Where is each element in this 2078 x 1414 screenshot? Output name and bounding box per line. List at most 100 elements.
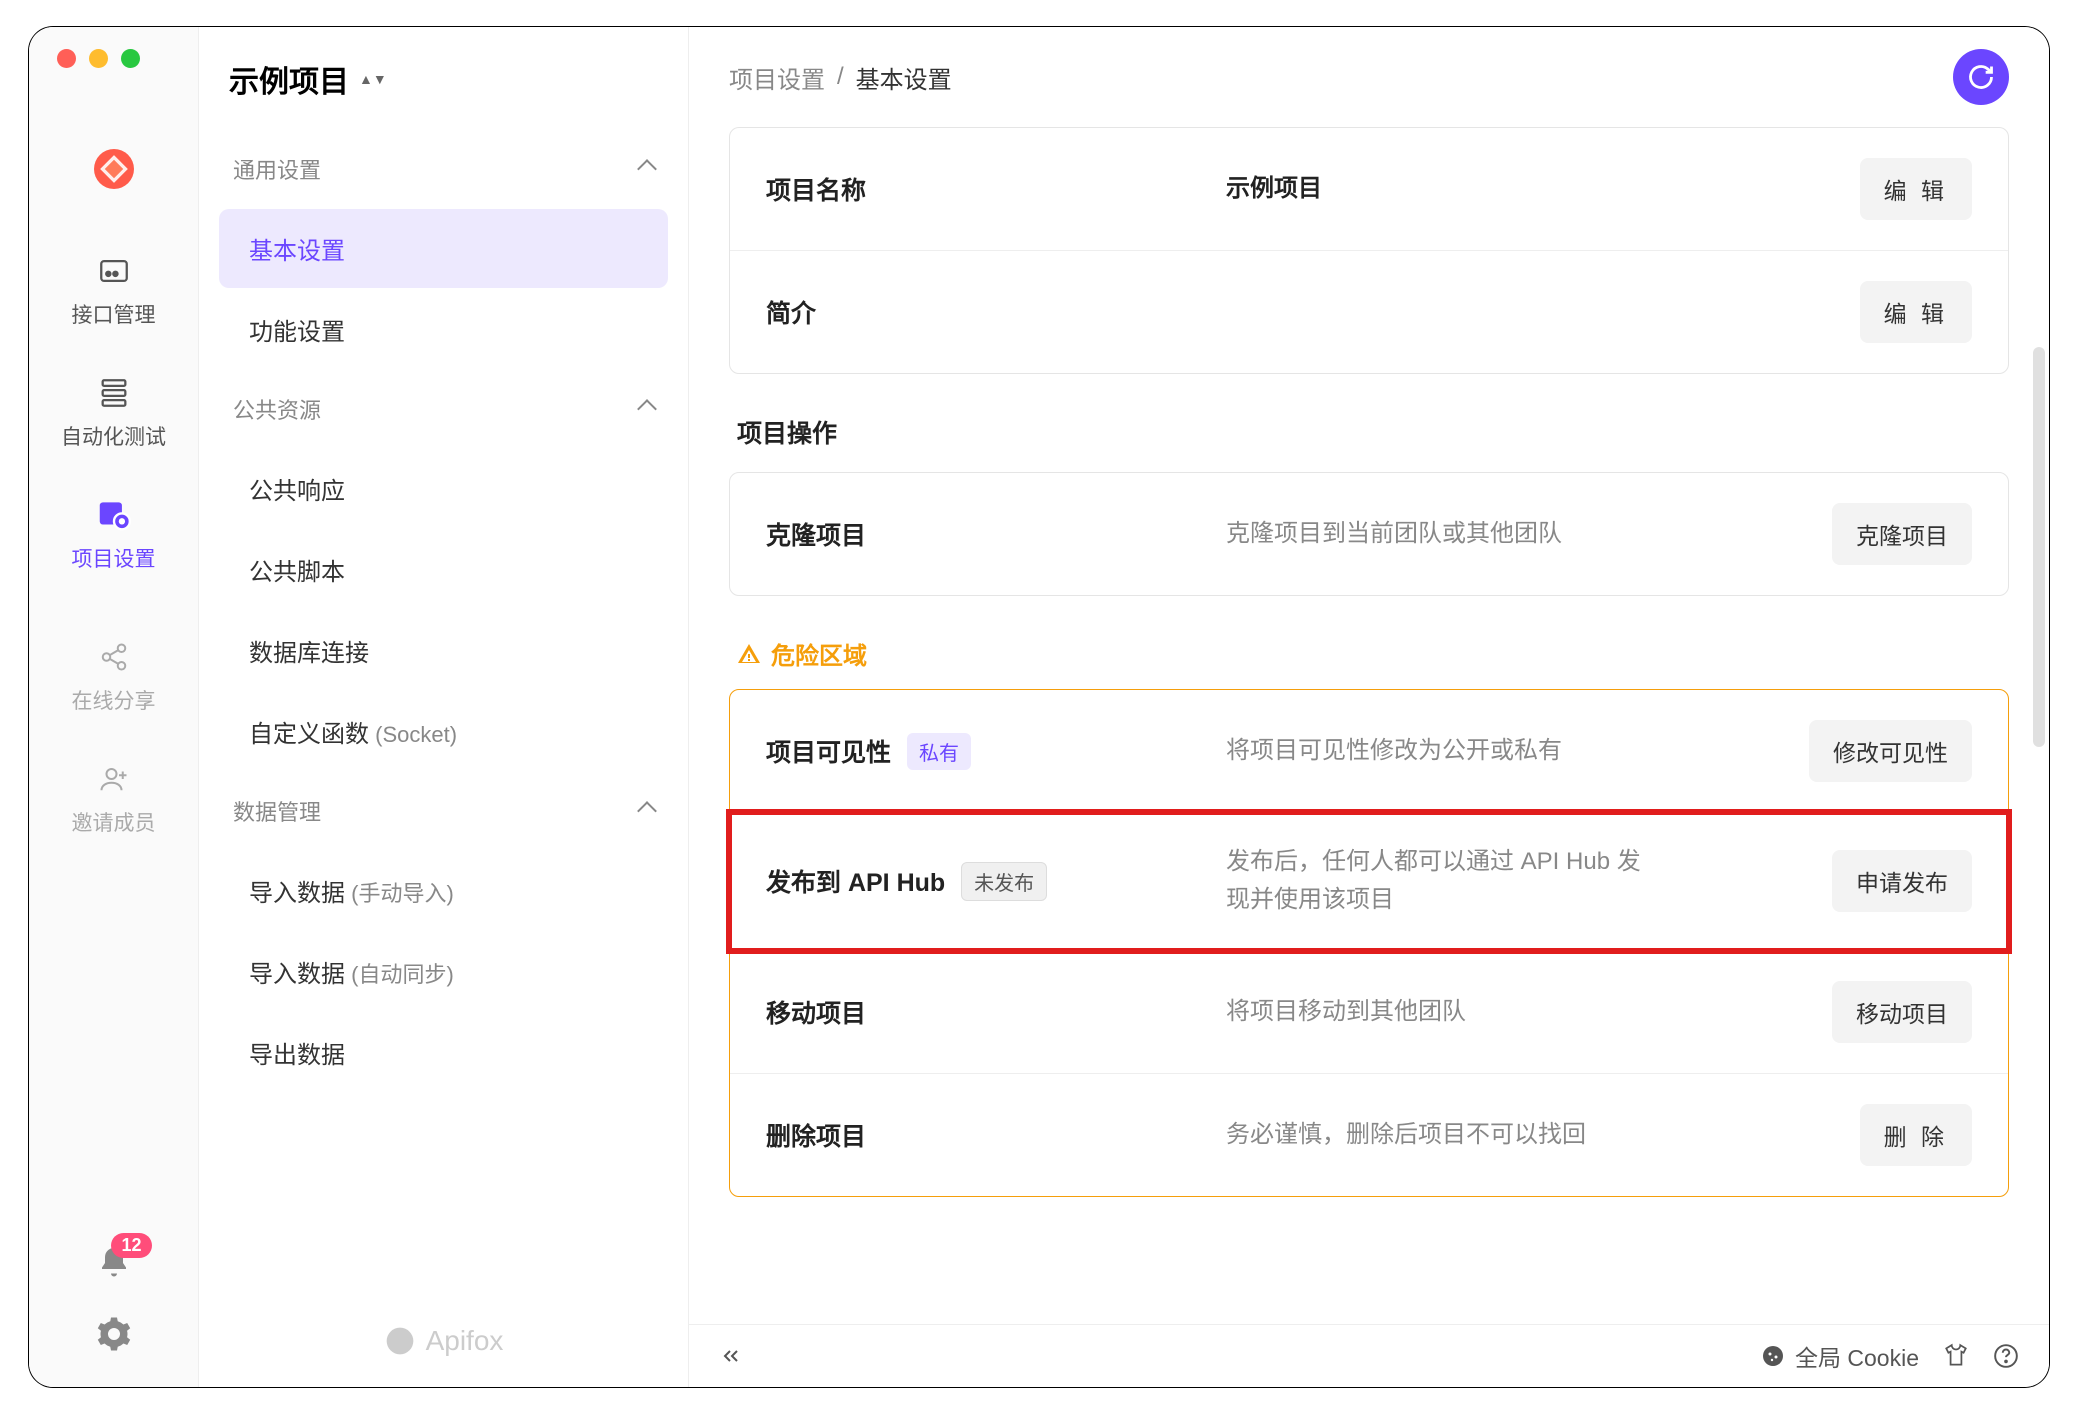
app-logo-icon [94, 149, 134, 189]
publish-tag: 未发布 [961, 862, 1047, 901]
publish-label: 发布到 API Hub 未发布 [766, 862, 1226, 901]
clone-desc: 克隆项目到当前团队或其他团队 [1226, 515, 1832, 553]
shirt-icon [1943, 1343, 1969, 1369]
bottombar: 全局 Cookie [689, 1324, 2049, 1387]
brand-icon [384, 1325, 416, 1357]
name-label: 项目名称 [766, 171, 1226, 207]
sidebar-item-db[interactable]: 数据库连接 [219, 611, 668, 690]
clone-label: 克隆项目 [766, 516, 1226, 552]
move-label: 移动项目 [766, 994, 1226, 1030]
change-visibility-button[interactable]: 修改可见性 [1809, 720, 1972, 782]
help-button[interactable] [1993, 1343, 2019, 1369]
publish-desc: 发布后，任何人都可以通过 API Hub 发现并使用该项目 [1226, 843, 1646, 920]
rail-project-settings[interactable]: 项目设置 [29, 473, 198, 595]
breadcrumb-parent[interactable]: 项目设置 [729, 60, 825, 95]
scrollbar[interactable] [2033, 347, 2045, 747]
chevron-up-icon [637, 159, 657, 179]
help-icon [1993, 1343, 2019, 1369]
rail-share[interactable]: 在线分享 [29, 615, 198, 737]
chevron-updown-icon: ▲▼ [359, 75, 387, 83]
breadcrumb: 项目设置 / 基本设置 [729, 60, 952, 95]
section-title: 公共资源 [233, 393, 321, 425]
sidebar-item-import-manual[interactable]: 导入数据 (手动导入) [219, 851, 668, 930]
clone-button[interactable]: 克隆项目 [1832, 503, 1972, 565]
rail-auto-test[interactable]: 自动化测试 [29, 351, 198, 473]
project-name: 示例项目 [229, 57, 349, 101]
sidebar-item-export[interactable]: 导出数据 [219, 1013, 668, 1092]
rail-preferences[interactable] [96, 1316, 132, 1357]
section-general[interactable]: 通用设置 [219, 131, 668, 207]
rail-notifications[interactable]: 12 [96, 1245, 132, 1286]
visibility-desc: 将项目可见性修改为公开或私有 [1226, 732, 1809, 770]
brand-text: Apifox [426, 1325, 504, 1357]
basic-card: 项目名称 示例项目 编 辑 简介 编 辑 [729, 127, 2009, 374]
chevron-double-left-icon [719, 1344, 743, 1368]
visibility-tag: 私有 [907, 733, 971, 770]
settings-icon [94, 495, 134, 535]
danger-card: 项目可见性 私有 将项目可见性修改为公开或私有 修改可见性 发布到 API Hu… [729, 689, 2009, 1197]
request-publish-button[interactable]: 申请发布 [1832, 850, 1972, 912]
section-data[interactable]: 数据管理 [219, 773, 668, 849]
window-controls [57, 49, 140, 68]
intro-label: 简介 [766, 294, 1226, 330]
chevron-up-icon [637, 399, 657, 419]
cookie-icon [1761, 1344, 1785, 1368]
rail-label: 项目设置 [72, 543, 156, 573]
ops-card: 克隆项目 克隆项目到当前团队或其他团队 克隆项目 [729, 472, 2009, 596]
refresh-icon [1967, 63, 1995, 91]
rail-api-mgmt[interactable]: 接口管理 [29, 229, 198, 351]
rail-label: 在线分享 [72, 685, 156, 715]
sync-button[interactable] [1953, 49, 2009, 105]
section-title: 数据管理 [233, 795, 321, 827]
delete-desc: 务必谨慎，删除后项目不可以找回 [1226, 1116, 1860, 1154]
name-value: 示例项目 [1226, 170, 1860, 208]
section-resources[interactable]: 公共资源 [219, 371, 668, 447]
topbar: 项目设置 / 基本设置 [689, 27, 2049, 127]
fullscreen-window[interactable] [121, 49, 140, 68]
breadcrumb-current: 基本设置 [856, 60, 952, 95]
edit-intro-button[interactable]: 编 辑 [1860, 281, 1972, 343]
app-window: 接口管理 自动化测试 项目设置 在线分享 邀请成员 [29, 27, 2049, 1387]
section-title: 通用设置 [233, 153, 321, 185]
brand-footer: Apifox [199, 1295, 688, 1387]
chevron-up-icon [637, 801, 657, 821]
settings-sidebar: 示例项目 ▲▼ 通用设置 基本设置 功能设置 公共资源 公共响应 公共脚本 数据… [199, 27, 689, 1387]
invite-icon [94, 759, 134, 799]
move-button[interactable]: 移动项目 [1832, 981, 1972, 1043]
close-window[interactable] [57, 49, 76, 68]
api-icon [94, 251, 134, 291]
gear-icon [96, 1316, 132, 1352]
collapse-button[interactable] [719, 1344, 743, 1368]
ops-title: 项目操作 [737, 414, 2009, 450]
sidebar-item-feature[interactable]: 功能设置 [219, 290, 668, 369]
project-selector[interactable]: 示例项目 ▲▼ [199, 27, 688, 121]
rail-label: 自动化测试 [61, 421, 166, 451]
danger-header: 危险区域 [737, 636, 2009, 671]
danger-title: 危险区域 [771, 636, 867, 671]
move-desc: 将项目移动到其他团队 [1226, 993, 1832, 1031]
sidebar-item-import-auto[interactable]: 导入数据 (自动同步) [219, 932, 668, 1011]
edit-name-button[interactable]: 编 辑 [1860, 158, 1972, 220]
delete-button[interactable]: 删 除 [1860, 1104, 1972, 1166]
rail-label: 接口管理 [72, 299, 156, 329]
rail-invite[interactable]: 邀请成员 [29, 737, 198, 859]
rail-logo[interactable] [29, 127, 198, 229]
visibility-label: 项目可见性 私有 [766, 733, 1226, 770]
sidebar-item-response[interactable]: 公共响应 [219, 449, 668, 528]
shirt-button[interactable] [1943, 1343, 1969, 1369]
test-icon [94, 373, 134, 413]
sidebar-item-functions[interactable]: 自定义函数 (Socket) [219, 692, 668, 771]
notification-badge: 12 [111, 1233, 151, 1258]
nav-rail: 接口管理 自动化测试 项目设置 在线分享 邀请成员 [29, 27, 199, 1387]
sidebar-item-basic[interactable]: 基本设置 [219, 209, 668, 288]
main-panel: 项目设置 / 基本设置 项目名称 示例项目 编 辑 简介 编 辑 [689, 27, 2049, 1387]
sidebar-item-scripts[interactable]: 公共脚本 [219, 530, 668, 609]
rail-label: 邀请成员 [72, 807, 156, 837]
cookie-label: 全局 Cookie [1795, 1339, 1919, 1373]
global-cookie[interactable]: 全局 Cookie [1761, 1339, 1919, 1373]
warning-icon [737, 642, 761, 666]
share-icon [94, 637, 134, 677]
breadcrumb-sep: / [837, 63, 844, 91]
delete-label: 删除项目 [766, 1117, 1226, 1153]
minimize-window[interactable] [89, 49, 108, 68]
